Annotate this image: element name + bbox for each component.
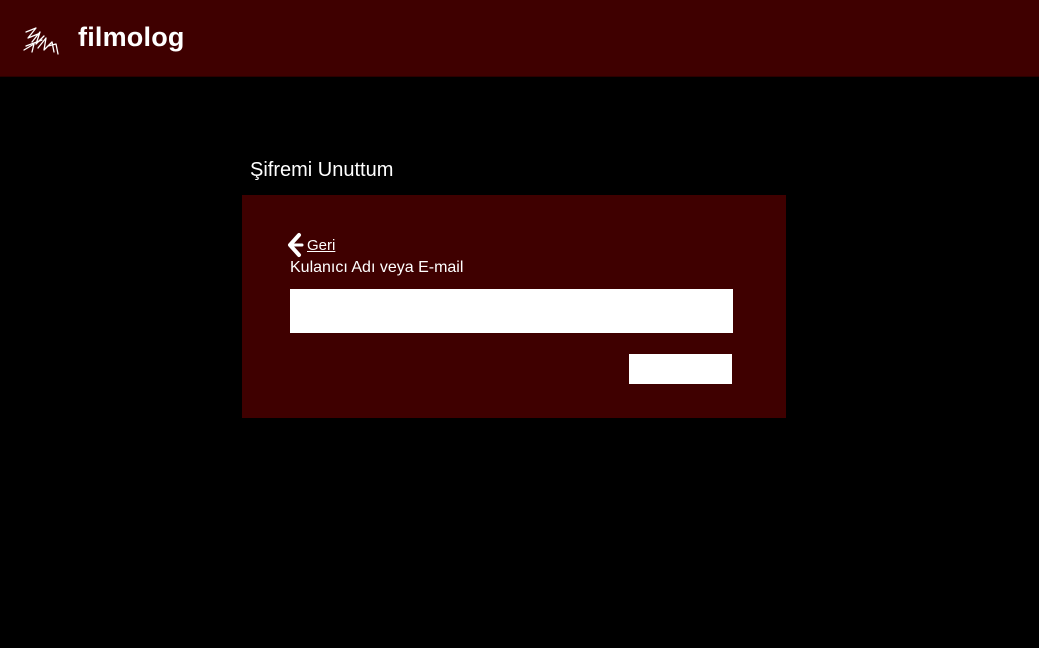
back-link-label[interactable]: Geri — [307, 237, 335, 254]
arrow-left-icon — [288, 233, 304, 257]
brand-name[interactable]: filmolog — [78, 22, 185, 53]
username-email-label: Kulanıcı Adı veya E-mail — [290, 259, 464, 276]
username-email-input[interactable] — [290, 289, 733, 333]
back-link[interactable]: Geri — [286, 232, 335, 258]
top-bar: filmolog — [0, 0, 1039, 77]
film-director-sketch-icon — [23, 27, 59, 55]
page-title: Şifremi Unuttum — [250, 159, 394, 181]
submit-button[interactable] — [629, 354, 732, 384]
forgot-password-panel: Geri Kulanıcı Adı veya E-mail — [242, 195, 786, 418]
